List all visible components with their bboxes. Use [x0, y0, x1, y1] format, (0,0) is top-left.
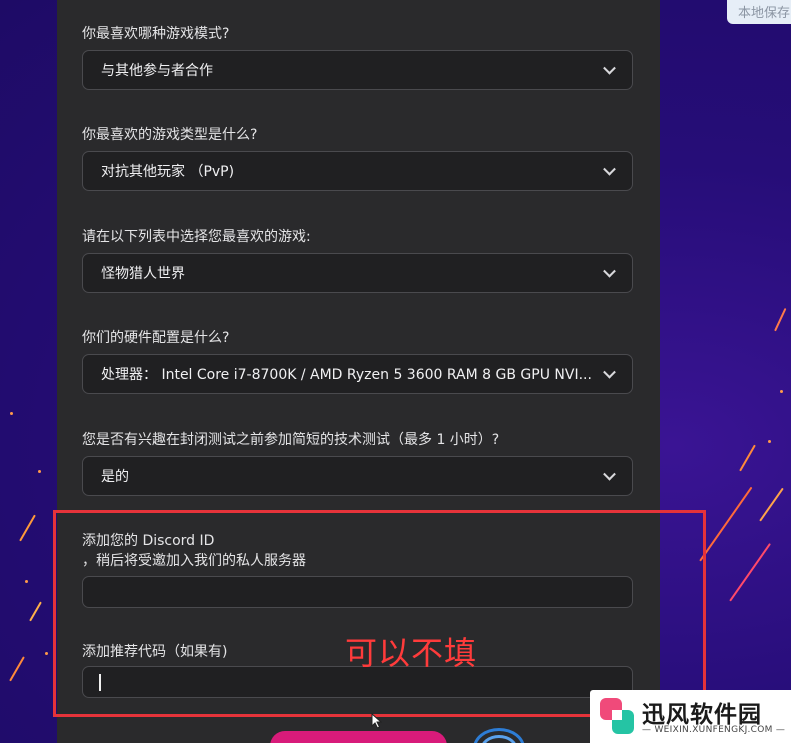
chevron-down-icon [603, 264, 616, 278]
watermark: 迅风软件园 — WEIXIN.XUNFENGKJ.COM — [590, 690, 791, 743]
game-mode-value: 与其他参与者合作 [101, 63, 213, 79]
tech-test-value: 是的 [101, 469, 129, 485]
favorite-game-select[interactable]: 怪物猎人世界 [82, 253, 633, 293]
site-logo-icon [600, 698, 634, 734]
game-type-value: 对抗其他玩家 （PvP) [101, 164, 235, 180]
screen: { "page": { "save_tag": "本地保存" }, "form"… [0, 0, 791, 743]
hardware-label: 你们的硬件配置是什么? [82, 330, 230, 346]
tech-test-select[interactable]: 是的 [82, 456, 633, 496]
chevron-down-icon [603, 365, 616, 379]
chevron-down-icon [603, 162, 616, 176]
game-type-select[interactable]: 对抗其他玩家 （PvP) [82, 151, 633, 191]
tech-test-label: 您是否有兴趣在封闭测试之前参加简短的技术测试（最多 1 小时）? [82, 432, 500, 448]
watermark-title: 迅风软件园 [642, 702, 762, 728]
hardware-value: 处理器： Intel Core i7-8700K / AMD Ryzen 5 3… [101, 367, 592, 383]
local-save-tag[interactable]: 本地保存 [727, 0, 791, 24]
submit-button[interactable] [270, 731, 447, 743]
hardware-select[interactable]: 处理器： Intel Core i7-8700K / AMD Ryzen 5 3… [82, 354, 633, 394]
chevron-down-icon [603, 61, 616, 75]
game-mode-select[interactable]: 与其他参与者合作 [82, 50, 633, 90]
watermark-subtitle: — WEIXIN.XUNFENGKJ.COM — [642, 725, 786, 735]
game-type-label: 你最喜欢的游戏类型是什么? [82, 127, 258, 143]
optional-annotation: 可以不填 [345, 634, 478, 672]
chevron-down-icon [603, 467, 616, 481]
game-mode-label: 你最喜欢哪种游戏模式? [82, 26, 230, 42]
optional-fields-highlight [53, 510, 706, 717]
mouse-cursor-icon [371, 713, 383, 729]
favorite-game-label: 请在以下列表中选择您最喜欢的游戏: [82, 229, 311, 245]
favorite-game-value: 怪物猎人世界 [101, 266, 185, 282]
